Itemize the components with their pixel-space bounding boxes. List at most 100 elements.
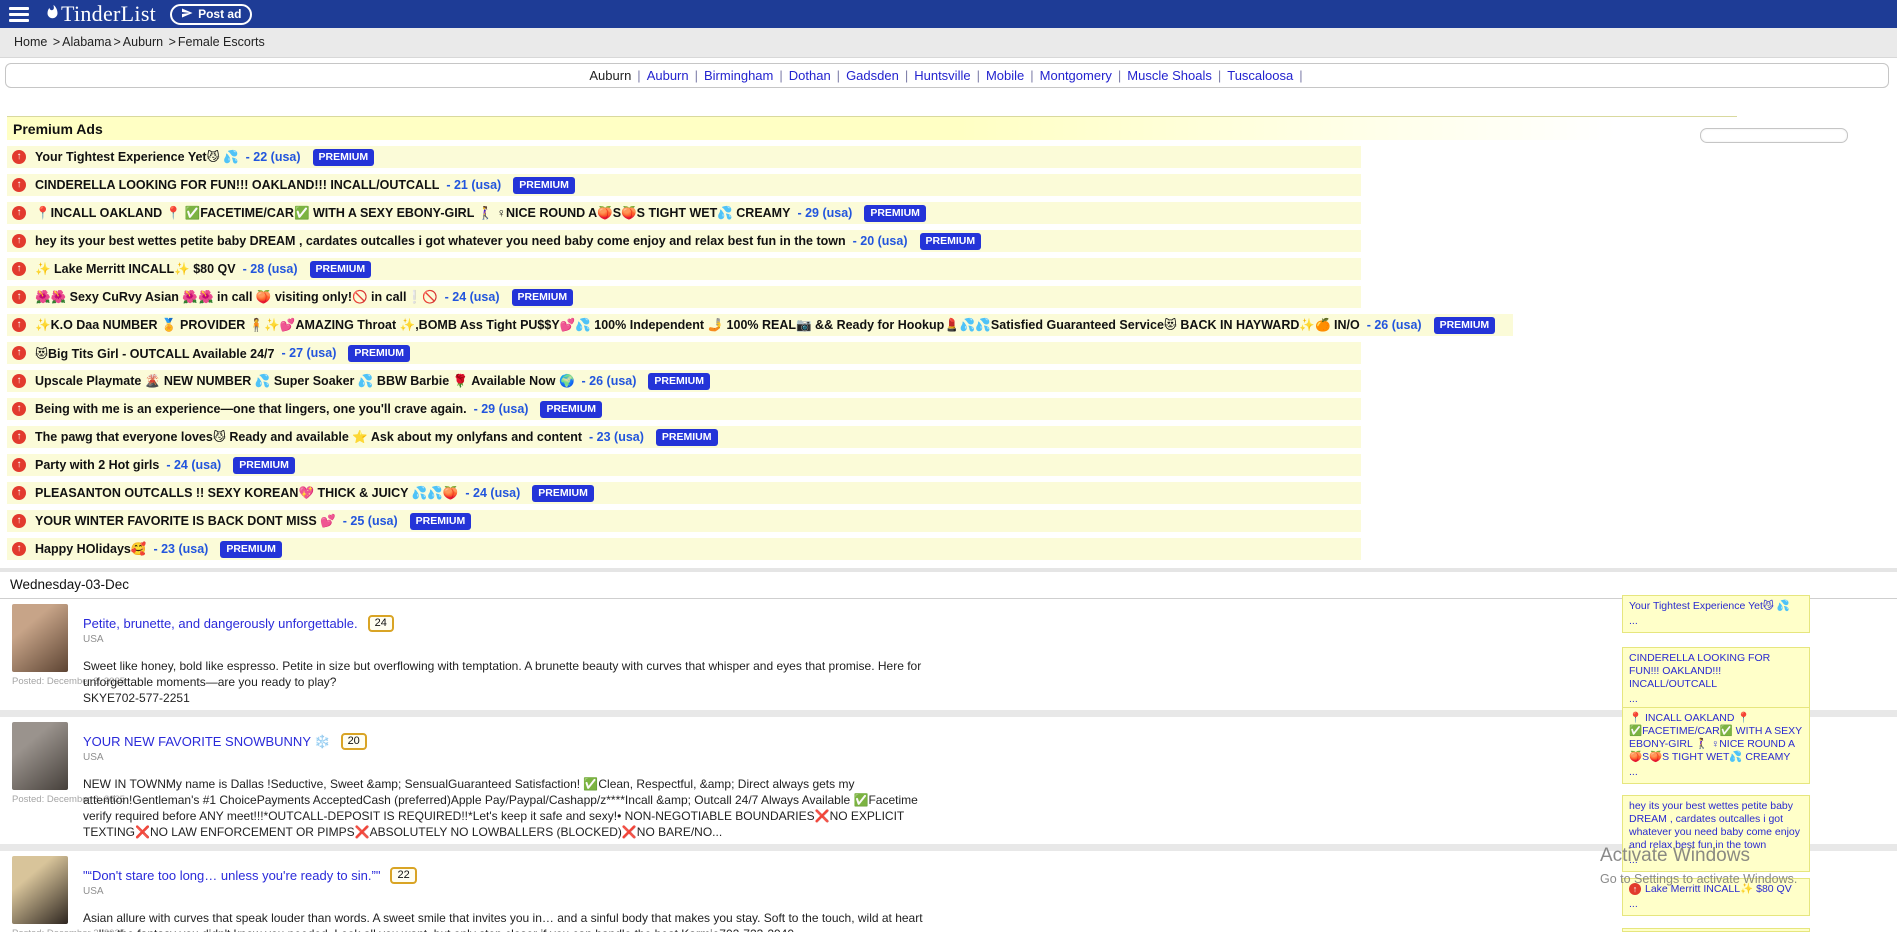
premium-ad-age[interactable]: - 23 (usa) xyxy=(589,430,644,444)
city-link-muscle-shoals[interactable]: Muscle Shoals xyxy=(1127,68,1212,83)
listing-thumbnail[interactable] xyxy=(12,722,68,790)
city-link-huntsville[interactable]: Huntsville xyxy=(914,68,970,83)
premium-ad-title[interactable]: ✨K.O Daa NUMBER 🏅 PROVIDER 🧍✨💕AMAZING Th… xyxy=(35,317,1360,333)
sidebar-premium-card[interactable]: ↑📍 INCALL OAKLAND 📍 ✅FACETIME/CAR✅ WITH … xyxy=(1622,707,1810,784)
breadcrumb-link[interactable]: Auburn xyxy=(123,35,163,49)
sidebar-ad-title[interactable]: hey its your best wettes petite baby DRE… xyxy=(1629,800,1800,851)
premium-ad-row: ↑ CINDERELLA LOOKING FOR FUN!!! OAKLAND!… xyxy=(7,174,1361,196)
premium-ad-age[interactable]: - 24 (usa) xyxy=(166,458,221,472)
sidebar-premium-card[interactable]: ↑Your Tightest Experience Yet😼 💦 ... xyxy=(1622,595,1810,633)
premium-ad-title[interactable]: The pawg that everyone loves😼 Ready and … xyxy=(35,429,582,445)
premium-badge: PREMIUM xyxy=(864,205,926,222)
separator: | xyxy=(637,68,640,83)
premium-ad-age[interactable]: - 21 (usa) xyxy=(446,178,501,192)
premium-badge: PREMIUM xyxy=(512,289,574,306)
listing-description: Asian allure with curves that speak loud… xyxy=(83,910,931,932)
listing-thumbnail[interactable] xyxy=(12,856,68,924)
premium-ad-title[interactable]: Party with 2 Hot girls xyxy=(35,458,159,472)
separator: | xyxy=(695,68,698,83)
sidebar-ad-title[interactable]: Your Tightest Experience Yet😼 💦 xyxy=(1629,600,1790,612)
premium-ad-title[interactable]: YOUR WINTER FAVORITE IS BACK DONT MISS 💕 xyxy=(35,514,336,529)
premium-ad-row: ↑ 😻Big Tits Girl - OUTCALL Available 24/… xyxy=(7,342,1361,364)
city-link-birmingham[interactable]: Birmingham xyxy=(704,68,773,83)
premium-ad-age[interactable]: - 27 (usa) xyxy=(281,346,336,360)
sidebar-premium-card[interactable]: ↑ ... xyxy=(1622,928,1810,932)
up-arrow-icon: ↑ xyxy=(12,486,26,500)
up-arrow-icon: ↑ xyxy=(12,178,26,192)
city-link-mobile[interactable]: Mobile xyxy=(986,68,1024,83)
listing-title[interactable]: Petite, brunette, and dangerously unforg… xyxy=(83,616,358,631)
listing-thumb-column: Posted: December 3, 2025 xyxy=(12,604,68,710)
premium-ad-row: ↑ hey its your best wettes petite baby D… xyxy=(7,230,1361,252)
listing-description: Sweet like honey, bold like espresso. Pe… xyxy=(83,658,931,690)
listing-thumbnail[interactable] xyxy=(12,604,68,672)
breadcrumb-separator: > xyxy=(165,35,176,49)
premium-badge: PREMIUM xyxy=(540,401,602,418)
sidebar-ad-title[interactable]: 📍 INCALL OAKLAND 📍 ✅FACETIME/CAR✅ WITH A… xyxy=(1629,712,1802,763)
up-arrow-icon: ↑ xyxy=(12,458,26,472)
page: TinderList Post ad Home >Alabama>Auburn … xyxy=(0,0,1897,932)
premium-ad-title[interactable]: 📍INCALL OAKLAND 📍 ✅FACETIME/CAR✅ WITH A … xyxy=(35,206,790,221)
premium-ad-title[interactable]: 😻Big Tits Girl - OUTCALL Available 24/7 xyxy=(35,346,274,361)
premium-ad-title[interactable]: 🌺🌺 Sexy CuRvy Asian 🌺🌺 in call 🍑 visitin… xyxy=(35,290,438,305)
separator: | xyxy=(1118,68,1121,83)
breadcrumb-link[interactable]: Female Escorts xyxy=(178,35,265,49)
post-ad-label: Post ad xyxy=(198,7,241,21)
breadcrumb: Home >Alabama>Auburn >Female Escorts xyxy=(0,28,1897,58)
listing-content: YOUR NEW FAVORITE SNOWBUNNY ❄️ 20 USA NE… xyxy=(83,722,931,844)
premium-ad-age[interactable]: - 24 (usa) xyxy=(465,486,520,500)
premium-ad-title[interactable]: CINDERELLA LOOKING FOR FUN!!! OAKLAND!!!… xyxy=(35,178,439,192)
premium-ad-age[interactable]: - 24 (usa) xyxy=(445,290,500,304)
premium-ads-header: Premium Ads xyxy=(7,116,1737,140)
premium-ad-age[interactable]: - 28 (usa) xyxy=(243,262,298,276)
listing-content: Petite, brunette, and dangerously unforg… xyxy=(83,604,931,710)
listing-row: Posted: December 3, 2025 "“Don't stare t… xyxy=(0,851,1897,932)
premium-ad-title[interactable]: Being with me is an experience—one that … xyxy=(35,402,467,416)
premium-ad-age[interactable]: - 22 (usa) xyxy=(246,150,301,164)
city-link-auburn[interactable]: Auburn xyxy=(647,68,689,83)
city-link-dothan[interactable]: Dothan xyxy=(789,68,831,83)
city-link-tuscaloosa[interactable]: Tuscaloosa xyxy=(1227,68,1293,83)
premium-ad-title[interactable]: Your Tightest Experience Yet😼 💦 xyxy=(35,149,239,165)
premium-ad-age[interactable]: - 29 (usa) xyxy=(474,402,529,416)
premium-ad-age[interactable]: - 25 (usa) xyxy=(343,514,398,528)
listing-thumb-column: Posted: December 3, 2025 xyxy=(12,722,68,844)
listing-location: USA xyxy=(83,886,931,897)
sidebar-ad-title[interactable]: CINDERELLA LOOKING FOR FUN!!! OAKLAND!!!… xyxy=(1629,652,1770,690)
premium-ad-title[interactable]: PLEASANTON OUTCALLS !! SEXY KOREAN💖 THIC… xyxy=(35,486,458,501)
premium-ad-age[interactable]: - 26 (usa) xyxy=(582,374,637,388)
separator: | xyxy=(1299,68,1302,83)
premium-ad-age[interactable]: - 26 (usa) xyxy=(1367,318,1422,332)
premium-ad-age[interactable]: - 20 (usa) xyxy=(853,234,908,248)
premium-ad-age[interactable]: - 23 (usa) xyxy=(153,542,208,556)
premium-badge: PREMIUM xyxy=(233,457,295,474)
city-link-gadsden[interactable]: Gadsden xyxy=(846,68,899,83)
city-link-auburn: Auburn xyxy=(589,68,631,83)
sidebar-premium-card[interactable]: ↑hey its your best wettes petite baby DR… xyxy=(1622,795,1810,872)
listing-title[interactable]: "“Don't stare too long… unless you're re… xyxy=(83,868,380,883)
menu-icon[interactable] xyxy=(9,7,29,22)
age-badge: 22 xyxy=(390,867,416,884)
sidebar-premium-card[interactable]: ↑Lake Merritt INCALL✨ $80 QV ... xyxy=(1622,878,1810,916)
listing-title[interactable]: YOUR NEW FAVORITE SNOWBUNNY ❄️ xyxy=(83,734,331,750)
brand-logo[interactable]: TinderList xyxy=(45,1,156,27)
sidebar-premium-card[interactable]: ↑CINDERELLA LOOKING FOR FUN!!! OAKLAND!!… xyxy=(1622,647,1810,711)
up-arrow-icon: ↑ xyxy=(12,234,26,248)
premium-badge: PREMIUM xyxy=(310,261,372,278)
premium-badge: PREMIUM xyxy=(348,345,410,362)
premium-badge: PREMIUM xyxy=(648,373,710,390)
premium-ad-title[interactable]: Happy HOlidays🥰 xyxy=(35,542,146,557)
mini-scrollbar[interactable] xyxy=(1700,128,1848,143)
premium-ad-age[interactable]: - 29 (usa) xyxy=(797,206,852,220)
breadcrumb-link[interactable]: Alabama xyxy=(62,35,111,49)
breadcrumb-link[interactable]: Home xyxy=(14,35,47,49)
post-ad-button[interactable]: Post ad xyxy=(170,4,252,25)
premium-ad-title[interactable]: ✨ Lake Merritt INCALL✨ $80 QV xyxy=(35,262,236,277)
city-link-montgomery[interactable]: Montgomery xyxy=(1040,68,1112,83)
age-badge: 20 xyxy=(341,733,367,750)
premium-ad-title[interactable]: Upscale Playmate 🌋 NEW NUMBER 💦 Super So… xyxy=(35,374,575,389)
premium-ads-section: Premium Ads ↑ Your Tightest Experience Y… xyxy=(7,116,1737,560)
sidebar-ad-title[interactable]: Lake Merritt INCALL✨ $80 QV xyxy=(1645,883,1792,895)
premium-ad-title[interactable]: hey its your best wettes petite baby DRE… xyxy=(35,234,846,248)
premium-badge: PREMIUM xyxy=(1434,317,1496,334)
